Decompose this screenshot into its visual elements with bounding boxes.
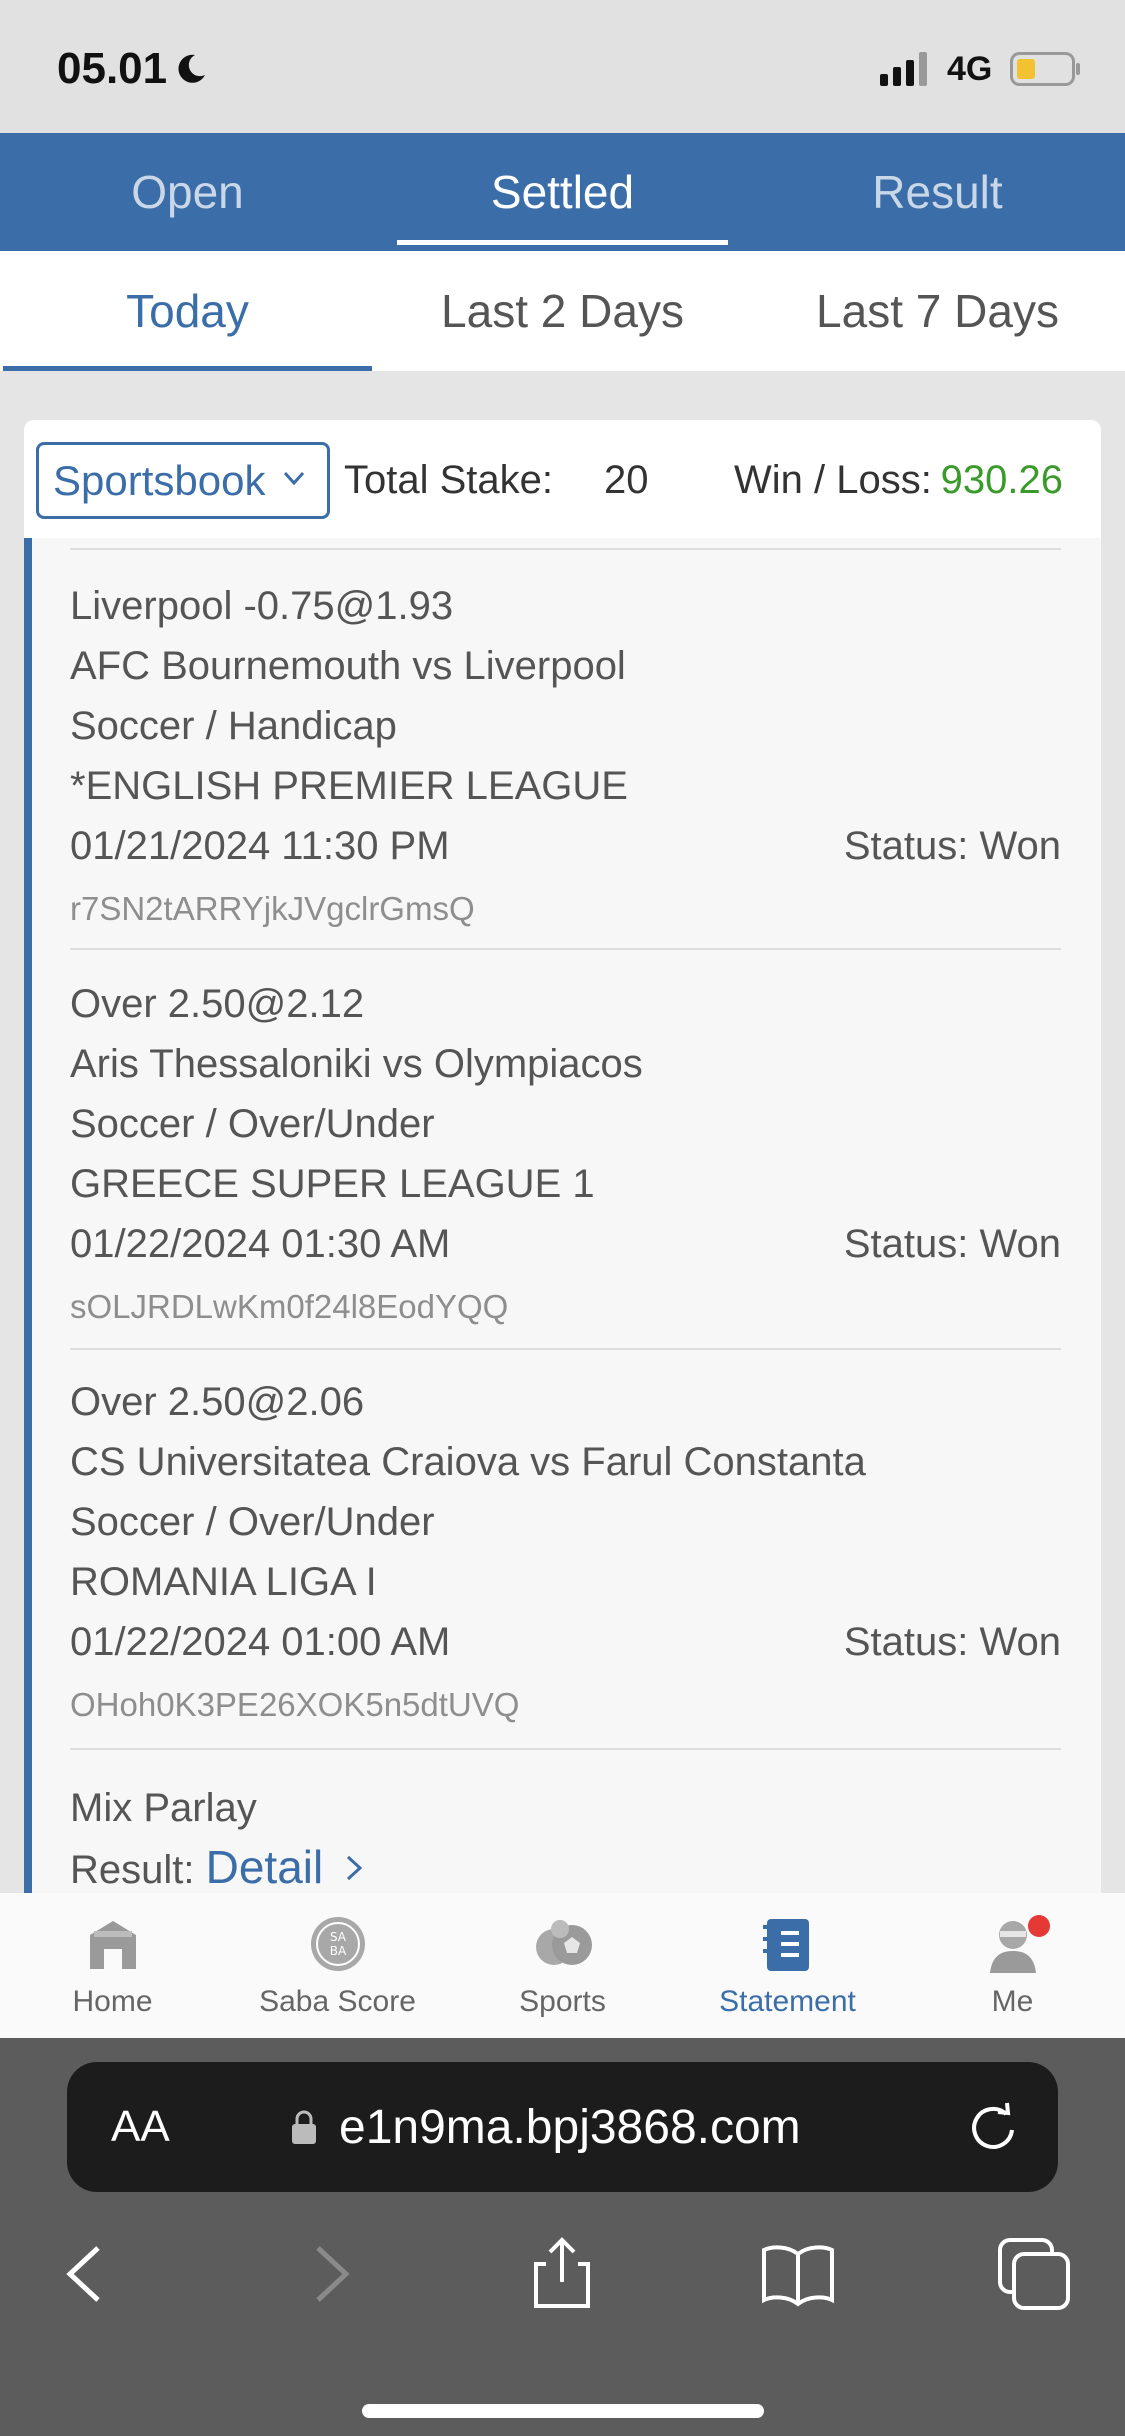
- bet-status-value: Won: [979, 824, 1061, 868]
- bet-selection: Over 2.50@2.12: [70, 982, 365, 1026]
- chevron-right-icon: [347, 1855, 363, 1881]
- bet-status-label: Status:: [843, 1222, 969, 1266]
- bet-market: Soccer / Handicap: [70, 704, 397, 748]
- sports-icon: [535, 1920, 592, 1965]
- bet-league: *ENGLISH PREMIER LEAGUE: [70, 764, 628, 808]
- bet-ref-id: OHoh0K3PE26XOK5n5dtUVQ: [70, 1686, 520, 1723]
- moon-icon: [178, 54, 206, 83]
- tabs-icon[interactable]: [994, 2234, 1074, 2314]
- home-indicator: [362, 2404, 764, 2418]
- bet-ref-id: r7SN2tARRYjkJVgclrGmsQ: [70, 890, 475, 927]
- home-icon: [89, 1921, 136, 1969]
- bet-market: Soccer / Over/Under: [70, 1102, 435, 1146]
- win-loss-value: 930.26: [940, 458, 1063, 502]
- tab-open[interactable]: Open: [0, 133, 375, 251]
- bet-list[interactable]: Liverpool -0.75@1.93 AFC Bournemouth vs …: [24, 538, 1101, 1893]
- network-type: 4G: [947, 50, 993, 88]
- bet-status: Status: Won: [844, 824, 1061, 869]
- nav-home[interactable]: Home: [0, 1893, 225, 2038]
- product-dropdown[interactable]: Sportsbook: [36, 442, 330, 519]
- nav-home-label: Home: [72, 1985, 153, 2018]
- battery-icon: [1010, 52, 1080, 86]
- nav-statement[interactable]: Statement: [675, 1893, 900, 2038]
- parlay-result: Result: Detail: [70, 1840, 366, 1893]
- nav-sports[interactable]: Sports: [450, 1893, 675, 2038]
- time-text: 05.01: [57, 44, 168, 93]
- bet-status: Status: Won: [844, 1620, 1061, 1665]
- tab-last-7-days[interactable]: Last 7 Days: [750, 251, 1125, 371]
- reload-icon[interactable]: [966, 2100, 1020, 2154]
- svg-text:SA: SA: [329, 1930, 346, 1944]
- bet-league: ROMANIA LIGA I: [70, 1560, 377, 1604]
- bet-status-value: Won: [979, 1620, 1061, 1664]
- product-dropdown-value: Sportsbook: [53, 456, 266, 504]
- bet-status: Status: Won: [844, 1222, 1061, 1267]
- bottom-nav: Home SA BA Saba Score Sports Statement M…: [0, 1893, 1125, 2038]
- svg-text:BA: BA: [329, 1944, 346, 1958]
- reader-settings-button[interactable]: AA: [111, 2102, 170, 2152]
- summary-bar: Sportsbook Total Stake: 20 Win / Loss: 9…: [24, 420, 1101, 538]
- tab-last-2-days[interactable]: Last 2 Days: [375, 251, 750, 371]
- bet-item[interactable]: Liverpool -0.75@1.93 AFC Bournemouth vs …: [70, 550, 1061, 950]
- nav-me[interactable]: Me: [900, 1893, 1125, 2038]
- list-accent-bar: [24, 538, 32, 1893]
- win-loss-label: Win / Loss:: [734, 458, 932, 502]
- tab-today[interactable]: Today: [0, 251, 375, 371]
- bet-status-value: Won: [979, 1222, 1061, 1266]
- share-icon[interactable]: [522, 2234, 602, 2314]
- bet-selection: Over 2.50@2.06: [70, 1380, 365, 1424]
- signal-icon: [880, 52, 927, 86]
- date-range-tabs: Today Last 2 Days Last 7 Days: [0, 251, 1125, 371]
- bet-datetime: 01/22/2024 01:30 AM: [70, 1222, 451, 1266]
- bet-status-label: Status:: [843, 1620, 969, 1664]
- detail-link-label: Detail: [205, 1841, 324, 1893]
- bet-datetime: 01/21/2024 11:30 PM: [70, 824, 450, 868]
- bet-datetime: 01/22/2024 01:00 AM: [70, 1620, 451, 1664]
- bet-ref-id: sOLJRDLwKm0f24l8EodYQQ: [70, 1288, 509, 1325]
- back-icon[interactable]: [46, 2234, 126, 2314]
- bet-selection: Liverpool -0.75@1.93: [70, 584, 454, 628]
- bet-league: GREECE SUPER LEAGUE 1: [70, 1162, 595, 1206]
- parlay-title: Mix Parlay: [70, 1786, 257, 1830]
- top-tabs: Open Settled Result: [0, 133, 1125, 251]
- tab-settled[interactable]: Settled: [375, 133, 750, 251]
- bet-item[interactable]: Over 2.50@2.06 CS Universitatea Craiova …: [70, 1350, 1061, 1750]
- bookmarks-icon[interactable]: [758, 2234, 838, 2314]
- address-bar[interactable]: AA e1n9ma.bpj3868.com: [67, 2062, 1058, 2192]
- status-time: 05.01: [57, 44, 209, 94]
- bet-match: CS Universitatea Craiova vs Farul Consta…: [70, 1440, 866, 1484]
- forward-icon[interactable]: [290, 2234, 370, 2314]
- nav-sports-label: Sports: [519, 1985, 606, 2018]
- notification-badge: [1028, 1915, 1050, 1937]
- tab-result[interactable]: Result: [750, 133, 1125, 251]
- nav-saba-score-label: Saba Score: [259, 1985, 416, 2018]
- statement-icon: [762, 1919, 809, 1971]
- saba-score-icon: SA BA: [310, 1917, 365, 1971]
- bet-match: AFC Bournemouth vs Liverpool: [70, 644, 626, 688]
- lock-icon: [292, 2110, 316, 2144]
- nav-me-label: Me: [991, 1985, 1034, 2018]
- total-stake-label: Total Stake:: [344, 458, 554, 502]
- bet-market: Soccer / Over/Under: [70, 1500, 435, 1544]
- detail-link[interactable]: Detail: [206, 1841, 366, 1893]
- bet-match: Aris Thessaloniki vs Olympiacos: [70, 1042, 643, 1086]
- browser-chrome: AA e1n9ma.bpj3868.com: [0, 2038, 1125, 2436]
- nav-saba-score[interactable]: SA BA Saba Score: [225, 1893, 450, 2038]
- parlay-result-label: Result:: [70, 1848, 195, 1892]
- total-stake-value: 20: [604, 458, 649, 502]
- chevron-down-icon: [283, 471, 305, 486]
- bet-status-label: Status:: [843, 824, 969, 868]
- nav-statement-label: Statement: [719, 1985, 856, 2018]
- bet-item[interactable]: Over 2.50@2.12 Aris Thessaloniki vs Olym…: [70, 950, 1061, 1350]
- status-bar: 05.01 4G: [0, 0, 1125, 133]
- url-text: e1n9ma.bpj3868.com: [339, 2101, 801, 2154]
